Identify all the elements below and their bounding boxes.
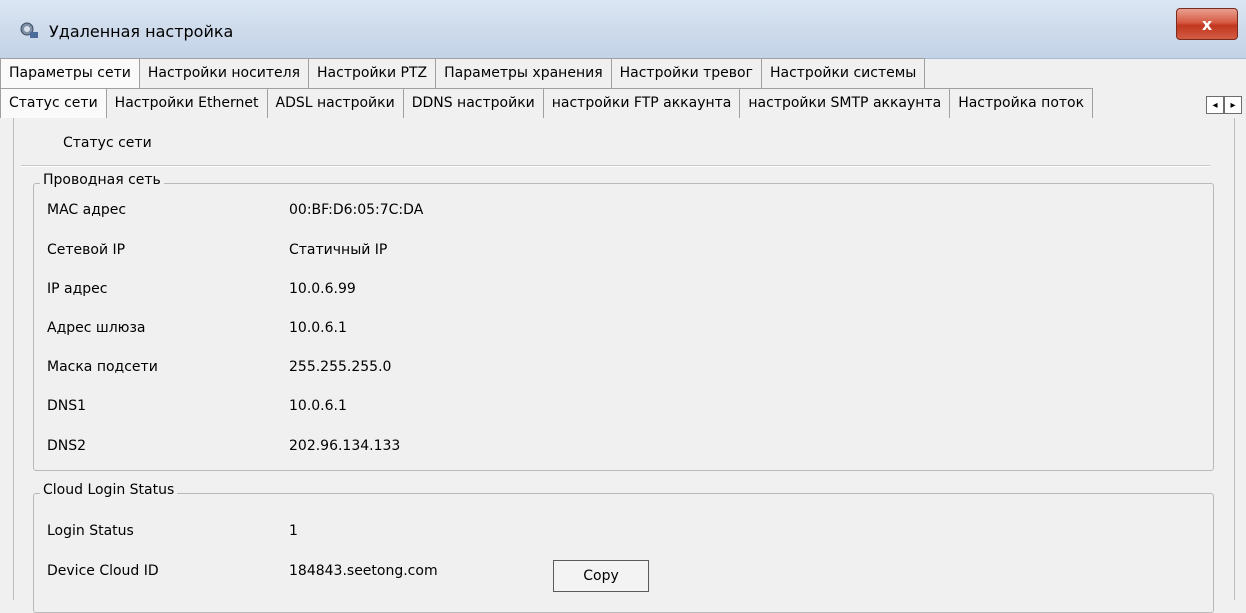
secondary-tab-bar: Статус сети Настройки Ethernet ADSL наст… <box>0 88 1094 118</box>
wired-network-legend: Проводная сеть <box>40 172 164 188</box>
tab-network-parameters[interactable]: Параметры сети <box>0 58 140 88</box>
window-title: Удаленная настройка <box>49 22 234 41</box>
tab-ddns-settings[interactable]: DDNS настройки <box>403 88 544 118</box>
close-icon: x <box>1201 14 1213 34</box>
tab-adsl-settings[interactable]: ADSL настройки <box>267 88 404 118</box>
copy-button[interactable]: Copy <box>553 560 649 592</box>
tab-stream-settings[interactable]: Настройка поток <box>950 88 1094 118</box>
title-bar: Удаленная настройка x <box>0 0 1246 59</box>
tab-storage-parameters[interactable]: Параметры хранения <box>436 58 612 88</box>
network-ip-label: Сетевой IP <box>47 242 126 258</box>
mac-address-value: 00:BF:D6:05:7C:DA <box>289 202 424 218</box>
subnet-mask-value: 255.255.255.0 <box>289 359 392 375</box>
dns1-value: 10.0.6.1 <box>289 398 347 414</box>
scroll-left-icon[interactable]: ◂ <box>1206 96 1224 114</box>
dns2-label: DNS2 <box>47 438 87 454</box>
ip-address-value: 10.0.6.99 <box>289 281 356 297</box>
cloud-login-group <box>33 493 1214 613</box>
primary-tab-bar: Параметры сети Настройки носителя Настро… <box>0 58 926 88</box>
subnet-mask-label: Маска подсети <box>47 359 158 375</box>
tab-ftp-account[interactable]: настройки FTP аккаунта <box>543 88 741 118</box>
section-title: Статус сети <box>63 135 152 151</box>
scroll-right-icon[interactable]: ▸ <box>1224 96 1242 114</box>
tab-smtp-account[interactable]: настройки SMTP аккаунта <box>740 88 951 118</box>
dns1-label: DNS1 <box>47 398 87 414</box>
login-status-value: 1 <box>289 523 298 539</box>
ip-address-label: IP адрес <box>47 281 108 297</box>
copy-button-label: Copy <box>583 568 619 584</box>
tab-media-settings[interactable]: Настройки носителя <box>139 58 310 88</box>
wired-network-group <box>33 183 1214 471</box>
section-divider <box>21 165 1210 167</box>
network-settings-icon <box>20 22 38 38</box>
tab-system-settings[interactable]: Настройки системы <box>761 58 926 88</box>
tab-ethernet-settings[interactable]: Настройки Ethernet <box>106 88 268 118</box>
login-status-label: Login Status <box>47 523 134 539</box>
tab-scroll-controls: ◂ ▸ <box>1206 96 1242 114</box>
gateway-label: Адрес шлюза <box>47 320 146 336</box>
cloud-login-legend: Cloud Login Status <box>40 482 178 498</box>
close-button[interactable]: x <box>1176 8 1238 40</box>
device-cloud-id-value: 184843.seetong.com <box>289 563 438 579</box>
tab-network-status[interactable]: Статус сети <box>0 88 107 118</box>
dns2-value: 202.96.134.133 <box>289 438 401 454</box>
mac-address-label: MAC адрес <box>47 202 127 218</box>
tab-alarm-settings[interactable]: Настройки тревог <box>611 58 762 88</box>
device-cloud-id-label: Device Cloud ID <box>47 563 159 579</box>
network-ip-value: Статичный IP <box>289 242 388 258</box>
tab-ptz-settings[interactable]: Настройки PTZ <box>309 58 437 88</box>
gateway-value: 10.0.6.1 <box>289 320 347 336</box>
remote-settings-window: Удаленная настройка x Параметры сети Нас… <box>0 0 1246 613</box>
